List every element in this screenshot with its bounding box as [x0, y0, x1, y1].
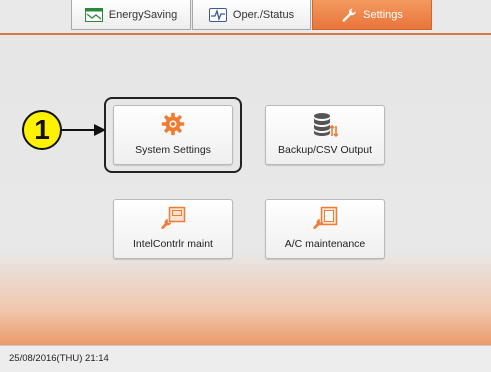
top-tab-bar: EnergySaving Oper./Status Settings [0, 0, 491, 33]
datetime-display: 25/08/2016(THU) 21:14 [9, 353, 109, 364]
system-settings-highlight-frame [104, 97, 242, 173]
tab-settings[interactable]: Settings [312, 0, 432, 30]
tab-oper-status[interactable]: Oper./Status [192, 0, 311, 30]
tab-energy-saving-label: EnergySaving [108, 8, 178, 21]
tab-energy-saving[interactable]: EnergySaving [71, 0, 191, 30]
intel-controller-maint-button[interactable]: IntelContrlr maint [113, 199, 233, 259]
callout-arrow-icon [60, 124, 106, 136]
wrench-unit-icon [311, 206, 339, 235]
backup-csv-output-label: Backup/CSV Output [278, 144, 372, 156]
ac-maintenance-label: A/C maintenance [284, 238, 366, 250]
ac-maintenance-button[interactable]: A/C maintenance [265, 199, 385, 259]
wrench-panel-icon [159, 206, 187, 235]
energy-chart-icon [84, 7, 103, 22]
intel-controller-maint-label: IntelContrlr maint [133, 238, 213, 250]
tab-oper-status-label: Oper./Status [232, 8, 295, 21]
database-transfer-icon [312, 112, 339, 141]
pulse-monitor-icon [208, 7, 227, 22]
status-bar: 25/08/2016(THU) 21:14 [0, 345, 491, 372]
wrench-icon [341, 7, 357, 23]
settings-content [0, 35, 491, 345]
screen: EnergySaving Oper./Status Settings Syste… [0, 0, 491, 372]
tab-settings-label: Settings [363, 8, 403, 21]
step-number: 1 [34, 114, 50, 145]
backup-csv-output-button[interactable]: Backup/CSV Output [265, 105, 385, 165]
step-number-badge: 1 [22, 110, 62, 150]
